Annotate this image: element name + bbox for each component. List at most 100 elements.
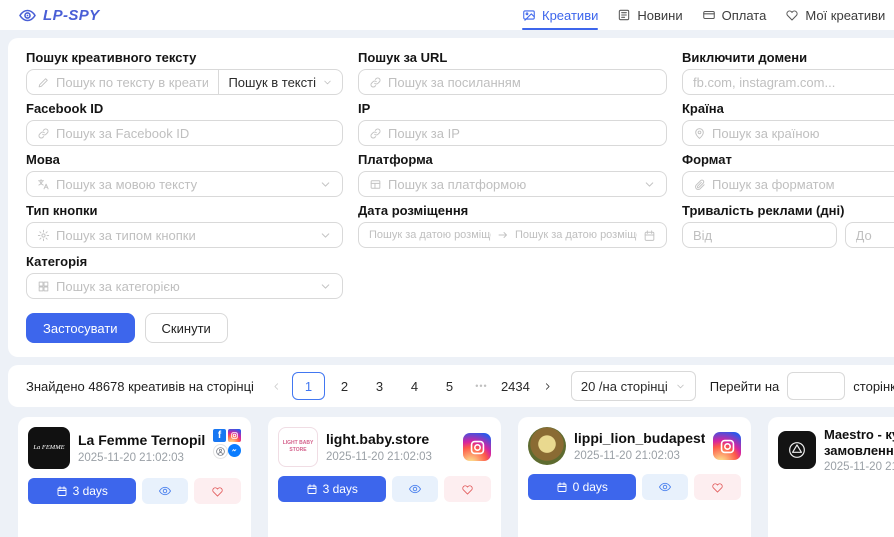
calendar-icon (306, 483, 318, 495)
view-button[interactable] (142, 478, 189, 504)
field-label: IP (358, 101, 667, 116)
chevron-down-icon (319, 280, 332, 293)
days-active-button[interactable]: 3 days (28, 478, 136, 504)
creative-date: 2025-11-20 21:02:03 (326, 451, 455, 463)
field-ip: IP Пошук за IP (358, 101, 667, 146)
page-button-5[interactable]: 5 (434, 373, 465, 399)
format-input[interactable]: Пошук за форматом (682, 171, 894, 197)
field-button-type: Тип кнопки Пошук за типом кнопки (26, 203, 343, 248)
goto-suffix-label: сторінку (853, 379, 894, 394)
exclude-domains-input[interactable]: fb.com, instagram.com... (682, 69, 894, 95)
prev-page-button[interactable] (266, 373, 288, 399)
creative-text-input[interactable]: Пошук по тексту в креативі (27, 70, 218, 94)
avatar (778, 431, 816, 469)
reset-button[interactable]: Скинути (145, 313, 228, 343)
creative-title: light.baby.store (326, 431, 455, 448)
field-url: Пошук за URL Пошук за посиланням (358, 50, 667, 95)
date-end-placeholder: Пошук за датою розміщення (515, 229, 637, 241)
favorite-button[interactable] (194, 478, 241, 504)
page-button-1[interactable]: 1 (292, 372, 325, 400)
avatar (528, 427, 566, 465)
ip-input[interactable]: Пошук за IP (358, 120, 667, 146)
nav-item-payment[interactable]: Оплата (702, 0, 767, 30)
news-icon (617, 8, 631, 22)
avatar: LIGHT BABY STORE (278, 427, 318, 467)
favorite-button[interactable] (694, 474, 741, 500)
page-button-3[interactable]: 3 (364, 373, 395, 399)
pencil-icon (37, 76, 50, 89)
field-label: Пошук за URL (358, 50, 667, 65)
platform-select[interactable]: Пошук за платформою (358, 171, 667, 197)
field-label: Виключити домени (682, 50, 894, 65)
platform-grid-icon (369, 178, 382, 191)
facebook-id-input[interactable]: Пошук за Facebook ID (26, 120, 343, 146)
platform-icons: f (213, 429, 241, 459)
arrow-right-icon (497, 229, 509, 241)
page-button-2[interactable]: 2 (329, 373, 360, 399)
creative-title: lippi_lion_budapest (574, 430, 705, 447)
creative-card: Maestro - кухні, меблі на замовлення в У… (768, 417, 894, 537)
goto-page: Перейти на сторінку (710, 372, 894, 400)
filter-panel: Пошук креативного тексту Пошук по тексту… (8, 38, 894, 357)
duration-from-input[interactable]: Від (682, 222, 837, 248)
placeholder: Пошук за форматом (712, 177, 835, 192)
field-format: Формат Пошук за форматом (682, 152, 894, 197)
chevron-down-icon (675, 381, 686, 392)
nav-item-news[interactable]: Новини (617, 0, 682, 30)
chevron-down-icon (643, 178, 656, 191)
nav-item-my-creatives[interactable]: Мої креативи (785, 0, 885, 30)
selected-value: Пошук в тексті (228, 75, 316, 90)
duration-to-input[interactable]: До (845, 222, 894, 248)
logo[interactable]: LP-SPY (18, 6, 100, 25)
placeholder: Пошук за мовою тексту (56, 177, 197, 192)
heart-icon (211, 485, 224, 498)
link-icon (37, 127, 50, 140)
placeholder: Пошук по тексту в креативі (56, 75, 208, 90)
next-page-button[interactable] (537, 373, 559, 399)
field-label: Пошук креативного тексту (26, 50, 343, 65)
days-label: 3 days (323, 482, 358, 496)
eye-logo-icon (18, 6, 37, 25)
field-country: Країна Пошук за країною (682, 101, 894, 146)
placeholder: fb.com, instagram.com... (693, 75, 835, 90)
audience-network-icon (213, 444, 228, 459)
messenger-icon (228, 444, 241, 457)
credit-card-icon (702, 8, 716, 22)
view-button[interactable] (642, 474, 689, 500)
search-mode-select[interactable]: Пошук в тексті (218, 70, 342, 94)
url-input[interactable]: Пошук за посиланням (358, 69, 667, 95)
page-button-4[interactable]: 4 (399, 373, 430, 399)
nav-item-creatives[interactable]: Креативи (522, 0, 598, 30)
placeholder: До (856, 228, 872, 243)
page-button-last[interactable]: 2434 (498, 373, 533, 399)
placement-date-range-picker[interactable]: Пошук за датою розміщення Пошук за датою… (358, 222, 667, 248)
placeholder: Пошук за посиланням (388, 75, 521, 90)
heart-icon (711, 481, 724, 494)
date-start-placeholder: Пошук за датою розміщення (369, 229, 491, 241)
gear-icon (37, 229, 50, 242)
apply-button[interactable]: Застосувати (26, 313, 135, 343)
creative-card: lippi_lion_budapest 2025-11-20 21:02:03 … (518, 417, 751, 537)
nav-label: Мої креативи (805, 8, 885, 23)
map-pin-icon (693, 127, 706, 140)
button-type-select[interactable]: Пошук за типом кнопки (26, 222, 343, 248)
creative-date: 2025-11-20 21:02:03 (824, 461, 894, 473)
chevron-down-icon (322, 77, 333, 88)
field-label: Тип кнопки (26, 203, 343, 218)
field-facebook-id: Facebook ID Пошук за Facebook ID (26, 101, 343, 146)
category-select[interactable]: Пошук за категорією (26, 273, 343, 299)
page-size-select[interactable]: 20 /на сторінці (571, 371, 696, 401)
language-select[interactable]: Пошук за мовою тексту (26, 171, 343, 197)
field-platform: Платформа Пошук за платформою (358, 152, 667, 197)
page: LP-SPY Креативи Новини Оплата Мої креати… (0, 0, 894, 537)
days-active-button[interactable]: 0 days (528, 474, 636, 500)
link-icon (369, 76, 382, 89)
field-label: Категорія (26, 254, 343, 269)
country-input[interactable]: Пошук за країною (682, 120, 894, 146)
appstore-icon (37, 280, 50, 293)
creative-date: 2025-11-20 21:02:03 (78, 452, 205, 464)
main-nav: Креативи Новини Оплата Мої креативи FAQ (522, 0, 894, 30)
goto-page-input[interactable] (787, 372, 845, 400)
nav-label: Новини (637, 8, 682, 23)
pagination-ellipsis[interactable]: ••• (469, 381, 494, 391)
